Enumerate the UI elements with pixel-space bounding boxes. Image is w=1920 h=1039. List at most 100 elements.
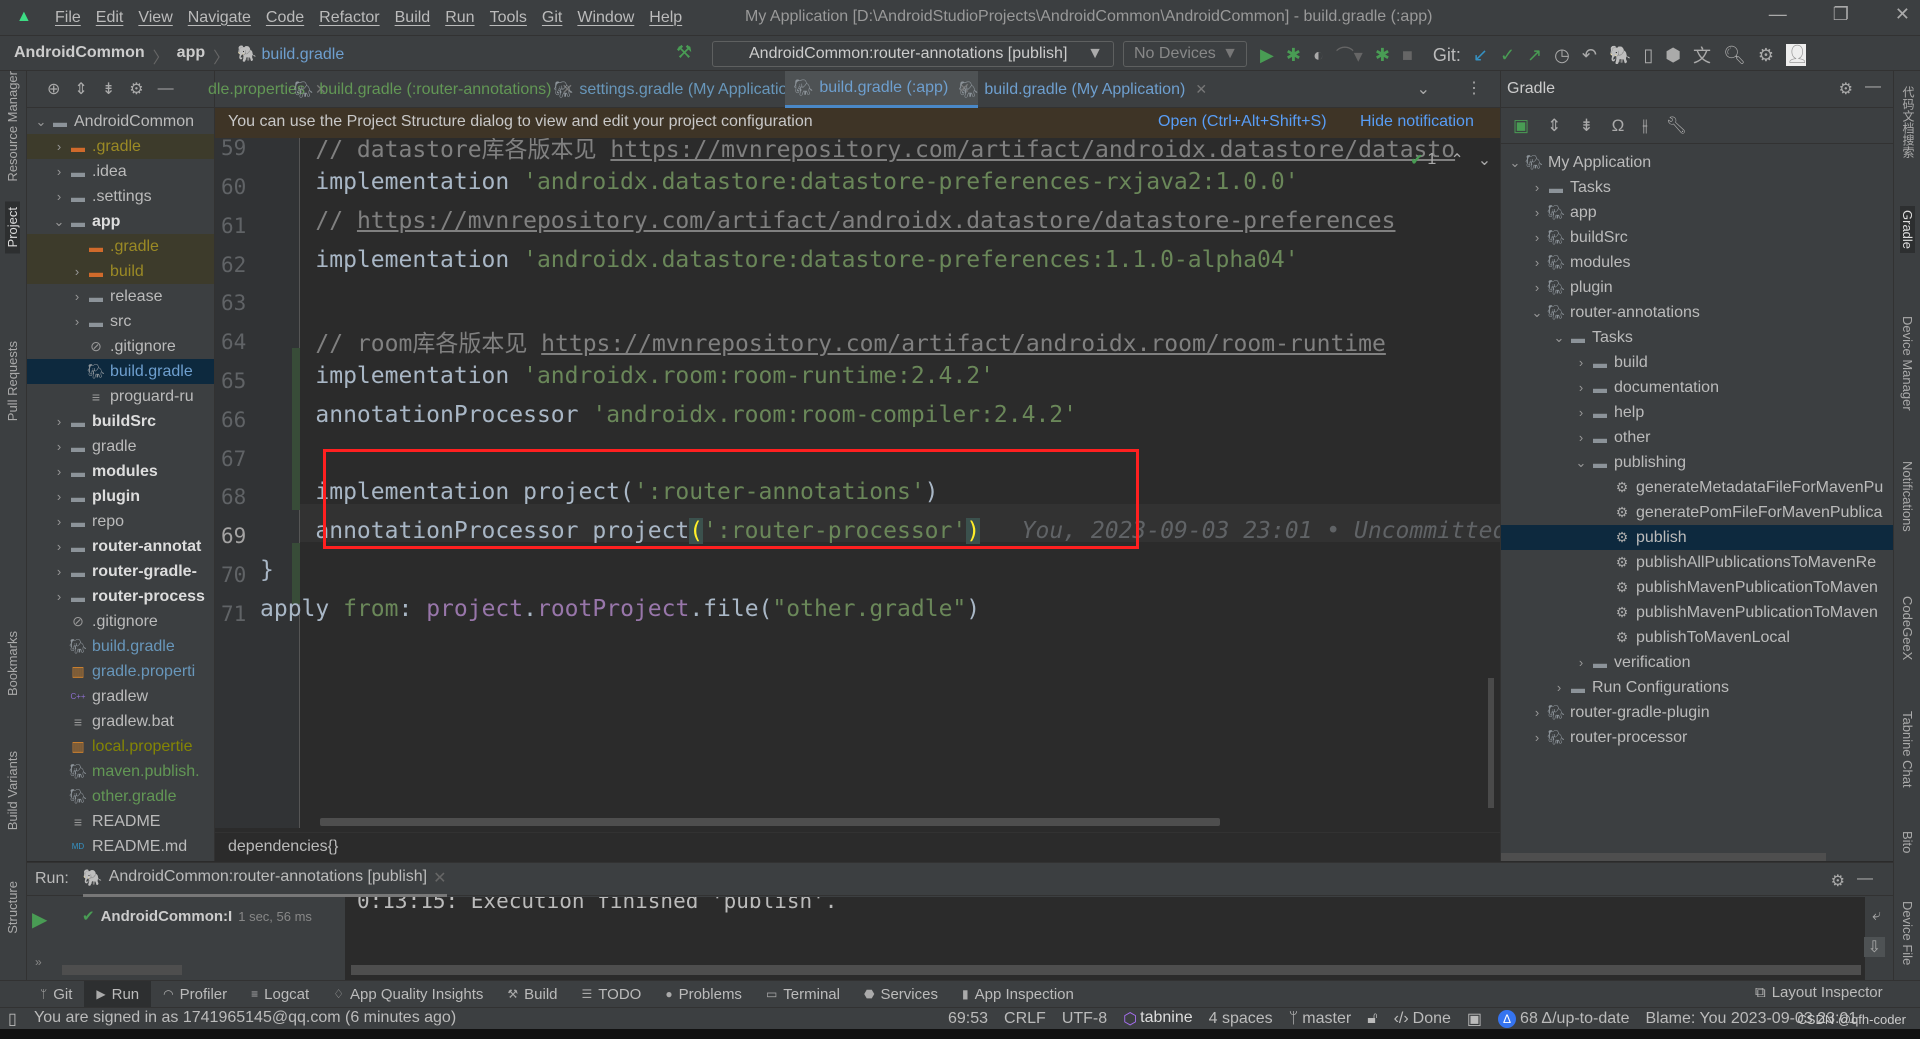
chevron-right-icon[interactable]: › [51, 514, 67, 529]
editor-vertical-scrollbar[interactable] [1488, 678, 1494, 808]
device-status-icon[interactable]: ▯ [8, 1009, 17, 1029]
avatar[interactable]: 👤︎ [1785, 44, 1809, 66]
caret-position[interactable]: 69:53 [948, 1010, 988, 1028]
gradle-tree-item[interactable]: › ▬ build [1501, 350, 1893, 375]
run-tab[interactable]: 🐘 AndroidCommon:router-annotations [publ… [82, 862, 447, 897]
menu-window[interactable]: Window [577, 9, 634, 27]
project-tree-item[interactable]: › ▬ plugin [27, 484, 214, 509]
tool-bito[interactable]: Bito [1900, 831, 1915, 853]
gradle-tree-item[interactable]: › 🐘︎ plugin [1501, 275, 1893, 300]
project-tree-item[interactable]: › ▬ router-gradle- [27, 559, 214, 584]
gradle-tree-item[interactable]: ⌄ ▬ publishing [1501, 450, 1893, 475]
chevron-right-icon[interactable]: › [51, 564, 67, 579]
gradle-tree-item[interactable]: ⚙ generateMetadataFileForMavenPu [1501, 475, 1893, 500]
chevron-right-icon[interactable]: › [51, 489, 67, 504]
collapse-all-icon[interactable]: ⇟ [102, 79, 115, 99]
device-select[interactable]: No Devices ▼ [1123, 41, 1247, 67]
chevron-right-icon[interactable]: › [51, 439, 67, 454]
chevron-right-icon[interactable]: › [1573, 380, 1589, 395]
more-icon[interactable]: ⋮ [1466, 78, 1482, 98]
tool-gradle[interactable]: Gradle [1900, 206, 1915, 254]
project-tree-item[interactable]: › ▬ src [27, 309, 214, 334]
bottom-tab-problems[interactable]: ● Problems [653, 981, 754, 1008]
project-tree-item[interactable]: › ▬ release [27, 284, 214, 309]
chevron-right-icon[interactable]: › [51, 139, 67, 154]
translate-icon[interactable]: 文 [1693, 42, 1711, 68]
chevron-right-icon[interactable]: › [51, 464, 67, 479]
tool-bookmarks[interactable]: Bookmarks [5, 631, 20, 696]
tool-pull-requests[interactable]: Pull Requests [5, 341, 20, 421]
restore-button[interactable]: ❐ [1833, 4, 1849, 25]
more-chevron-icon[interactable]: » [35, 955, 42, 969]
gradle-tree-item[interactable]: › 🐘︎ modules [1501, 250, 1893, 275]
tabnine-status[interactable]: ⬡ tabnine [1123, 1009, 1192, 1029]
project-tree-item[interactable]: C++ gradlew [27, 684, 214, 709]
lock-icon[interactable]: 🔓︎ [1367, 1010, 1377, 1028]
chevron-right-icon[interactable]: › [51, 189, 67, 204]
project-tree-item[interactable]: ▬ .gradle [27, 234, 214, 259]
debug-icon[interactable]: ✱ [1286, 45, 1301, 66]
gradle-tree-item[interactable]: ⌄ 🐘︎ My Application [1501, 150, 1893, 175]
expand-all-icon[interactable]: ⇕ [1547, 116, 1561, 136]
chevron-down-icon[interactable]: ⌄ [1529, 305, 1545, 321]
project-tree-item[interactable]: ▥ gradle.properti [27, 659, 214, 684]
chevron-down-icon[interactable]: ⌄ [1507, 155, 1523, 171]
close-button[interactable]: ✕ [1895, 4, 1910, 25]
scroll-to-end-icon[interactable]: ⇩ [1863, 937, 1885, 957]
gradle-tree-item[interactable]: ⚙ publishMavenPublicationToMaven [1501, 575, 1893, 600]
bottom-tab-todo[interactable]: ☰ TODO [570, 981, 654, 1008]
console-horizontal-scrollbar[interactable] [351, 965, 1861, 975]
tool-device-file-explorer[interactable]: Device File [1900, 901, 1915, 965]
git-branch[interactable]: ᛘ master [1289, 1010, 1352, 1028]
bottom-tab-profiler[interactable]: ◠ Profiler [151, 981, 239, 1008]
bottom-tab-app-inspection[interactable]: ▮ App Inspection [950, 981, 1086, 1008]
gradle-tree-item[interactable]: › 🐘︎ buildSrc [1501, 225, 1893, 250]
project-tree-item[interactable]: › ▬ router-process [27, 584, 214, 609]
menu-navigate[interactable]: Navigate [188, 9, 251, 27]
gradle-tree-item[interactable]: › 🐘︎ router-gradle-plugin [1501, 700, 1893, 725]
chevron-right-icon[interactable]: › [1573, 405, 1589, 420]
gradle-tree-item[interactable]: ⚙ publishAllPublicationsToMavenRe [1501, 550, 1893, 575]
stop-icon[interactable]: ■ [1402, 45, 1413, 66]
chevron-right-icon[interactable]: › [51, 414, 67, 429]
chevron-right-icon[interactable]: › [69, 314, 85, 329]
menu-tools[interactable]: Tools [490, 9, 527, 27]
code-editor[interactable]: 59 60 61 62 63 64 65 66 67 68 69 70 71 // datastore库… [215, 138, 1500, 828]
chevron-down-icon[interactable]: ⌄ [1573, 455, 1589, 471]
menu-git[interactable]: Git [542, 9, 562, 27]
menu-run[interactable]: Run [445, 9, 474, 27]
gradle-tree-item[interactable]: › 🐘︎ router-processor [1501, 725, 1893, 750]
menu-help[interactable]: Help [649, 9, 682, 27]
chevron-right-icon[interactable]: › [69, 264, 85, 279]
menu-edit[interactable]: Edit [96, 9, 124, 27]
chevron-right-icon[interactable]: › [51, 589, 67, 604]
gradle-tree-item[interactable]: ⌄ 🐘︎ router-annotations [1501, 300, 1893, 325]
chevron-right-icon[interactable]: › [1529, 730, 1545, 745]
tool-notifications[interactable]: Notifications [1900, 461, 1915, 532]
chevron-right-icon[interactable]: › [1529, 180, 1545, 195]
project-tree-item[interactable]: MD README.md [27, 834, 214, 859]
bottom-tab-app-quality-insights[interactable]: ♢ App Quality Insights [321, 981, 495, 1008]
bottom-tab-git[interactable]: ᛘ Git [0, 981, 84, 1008]
git-push-icon[interactable]: ↗ [1527, 45, 1542, 66]
chevron-down-icon[interactable]: ⌄ [33, 114, 49, 130]
gradle-tree-item[interactable]: › ▬ help [1501, 400, 1893, 425]
chevron-right-icon[interactable]: › [1529, 230, 1545, 245]
chevron-down-icon[interactable]: ⌄ [51, 214, 67, 230]
gradle-hide-icon[interactable]: — [1865, 78, 1881, 96]
gradle-tree-item[interactable]: › 🐘︎ app [1501, 200, 1893, 225]
menu-build[interactable]: Build [395, 9, 431, 27]
project-tree-item[interactable]: ⌄ ▬ AndroidCommon [27, 109, 214, 134]
menu-view[interactable]: View [138, 9, 172, 27]
locate-icon[interactable]: ⊕ [47, 79, 60, 99]
editor-tab[interactable]: 🐘︎ build.gradle (:router-annotations) ✕ [285, 71, 581, 108]
history-icon[interactable]: ◷ [1554, 45, 1570, 66]
open-project-structure-link[interactable]: Open (Ctrl+Alt+Shift+S) [1158, 113, 1327, 131]
menu-refactor[interactable]: Refactor [319, 9, 379, 27]
updates-status[interactable]: Δ 68 Δ/up-to-date [1498, 1010, 1629, 1028]
gradle-settings-gear-icon[interactable]: ⚙ [1839, 79, 1853, 99]
options-gear-icon[interactable]: ⚙ [129, 79, 143, 99]
project-tree-item[interactable]: › ▬ .settings [27, 184, 214, 209]
editor-horizontal-scrollbar[interactable] [320, 818, 1220, 826]
project-tree-item[interactable]: ≡ proguard-ru [27, 384, 214, 409]
